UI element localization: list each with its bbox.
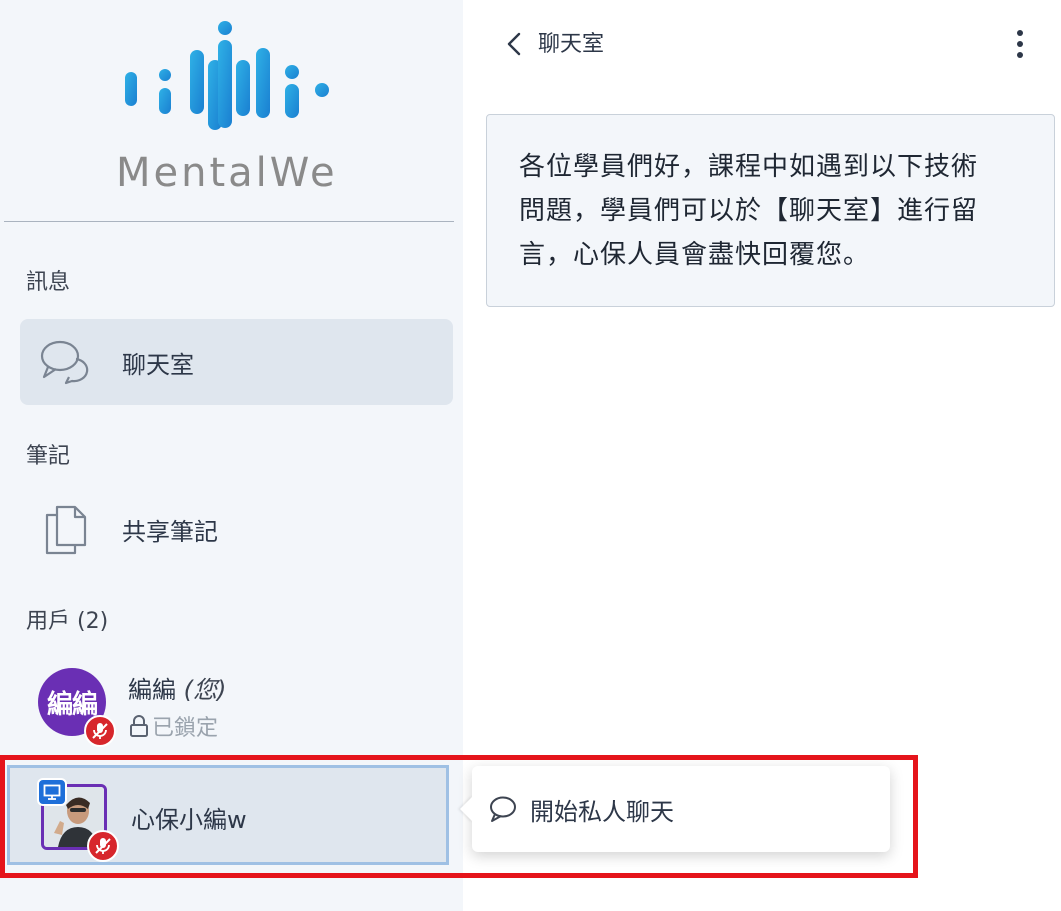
chat-icon bbox=[486, 792, 520, 826]
sidebar-divider bbox=[4, 221, 454, 222]
user-name-self: 編編 (您) bbox=[128, 670, 226, 705]
welcome-line: 各位學員們好，課程中如遇到以下技術 bbox=[519, 152, 979, 182]
sidebar-item-shared-notes-label: 共享筆記 bbox=[122, 517, 218, 546]
user-action-popover: 開始私人聊天 bbox=[460, 766, 890, 852]
logo-mark-icon bbox=[125, 21, 329, 130]
lock-status: 已鎖定 bbox=[128, 710, 218, 742]
section-label-users: 用戶 (2) bbox=[26, 609, 109, 634]
sidebar-item-shared-notes[interactable]: 共享筆記 bbox=[20, 486, 453, 572]
sidebar-item-chat-label: 聊天室 bbox=[122, 350, 194, 379]
user-name-other: 心保小編w bbox=[131, 806, 247, 834]
sidebar-item-chat[interactable]: 聊天室 bbox=[20, 319, 453, 405]
user-list-item-selected[interactable]: 心保小編w bbox=[7, 765, 449, 865]
popover-arrow bbox=[460, 796, 473, 822]
user-name-text: 編編 bbox=[128, 676, 176, 704]
chat-title: 聊天室 bbox=[538, 32, 605, 57]
welcome-line: 問題，學員們可以於【聊天室】進行留 bbox=[519, 196, 979, 226]
back-button[interactable] bbox=[502, 30, 526, 58]
mic-muted-icon bbox=[84, 715, 116, 747]
more-dot-icon bbox=[1017, 52, 1023, 58]
welcome-line: 言，心保人員會盡快回覆您。 bbox=[519, 240, 871, 270]
more-dot-icon bbox=[1017, 41, 1023, 47]
lock-icon bbox=[130, 715, 148, 737]
section-label-notes: 筆記 bbox=[26, 444, 71, 469]
mentalwe-logo: MentalWe bbox=[110, 20, 350, 196]
logo-text: MentalWe bbox=[116, 150, 338, 196]
more-dot-icon bbox=[1017, 30, 1023, 36]
mic-muted-icon bbox=[87, 830, 119, 862]
chat-bubbles-icon bbox=[36, 332, 96, 392]
chevron-left-icon bbox=[507, 32, 521, 56]
section-label-messages: 訊息 bbox=[26, 270, 71, 295]
user-list-item-self[interactable]: 編編 編編 (您) 已鎖定 bbox=[0, 660, 463, 750]
documents-icon bbox=[36, 499, 96, 559]
start-private-chat-button[interactable]: 開始私人聊天 bbox=[530, 792, 674, 827]
presenter-icon bbox=[37, 778, 67, 806]
more-options-button[interactable] bbox=[1008, 26, 1032, 62]
lock-status-text: 已鎖定 bbox=[152, 716, 219, 741]
user-self-suffix: (您) bbox=[183, 676, 227, 704]
chat-header: 聊天室 bbox=[486, 20, 1046, 64]
welcome-message: 各位學員們好，課程中如遇到以下技術 問題，學員們可以於【聊天室】進行留 言，心保… bbox=[486, 114, 1055, 307]
